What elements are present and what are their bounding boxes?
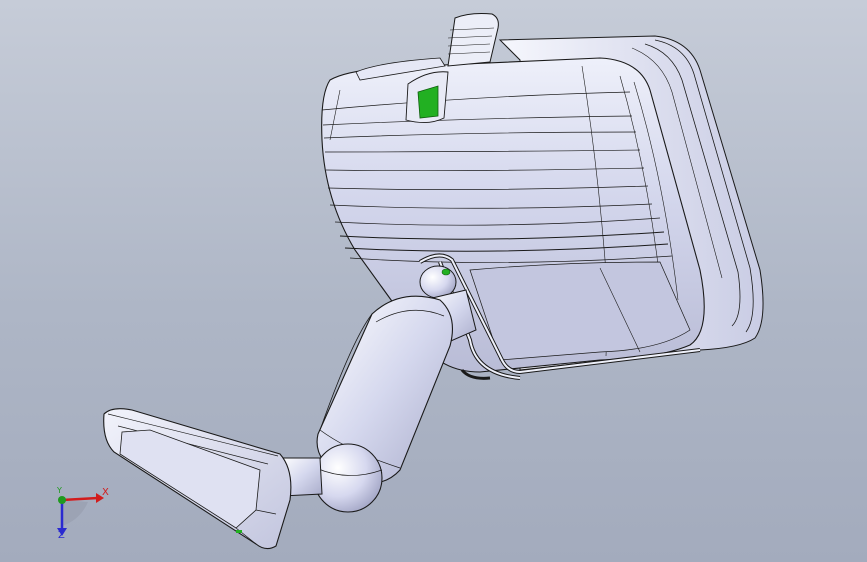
x-axis-label: X [102,487,109,498]
ball-joint [313,443,383,513]
z-axis-label: Z [58,530,65,541]
mounting-base [103,408,292,550]
reference-triad: X Y Z [40,478,120,548]
mirror-assembly-model[interactable] [0,0,867,562]
y-axis-label: Y [57,486,62,495]
graphics-viewport[interactable]: X Y Z [0,0,867,562]
